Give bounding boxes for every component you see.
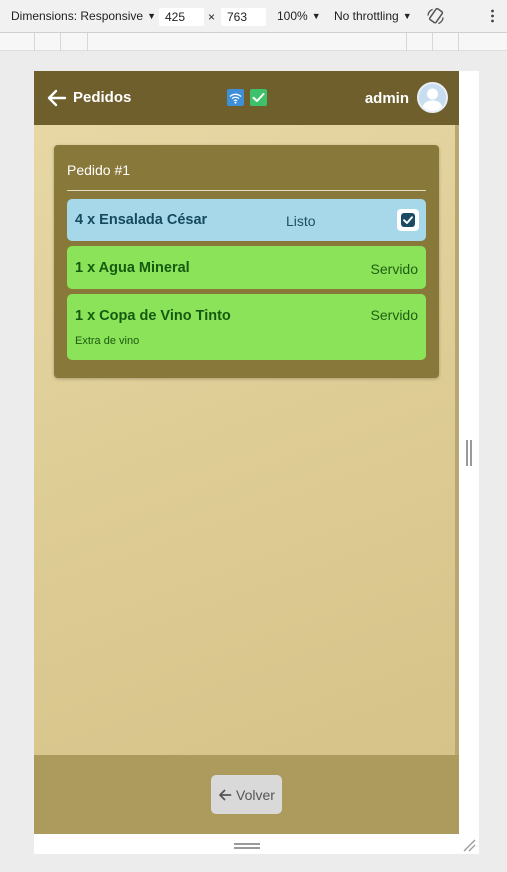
scrollbar[interactable]: [455, 125, 459, 755]
arrow-left-icon: [219, 789, 232, 800]
zoom-label: 100%: [277, 9, 308, 23]
resize-handle-bottom[interactable]: [234, 843, 260, 849]
resize-handle-right[interactable]: [466, 440, 472, 466]
resize-corner-icon[interactable]: [462, 838, 476, 852]
chevron-down-icon: ▼: [311, 11, 321, 21]
order-item[interactable]: 4 x Ensalada César Listo: [67, 199, 426, 241]
dimensions-label: Dimensions: Responsive: [11, 9, 144, 23]
devtools-toolbar: Dimensions: Responsive ▼ 425 × 763 100% …: [0, 0, 507, 33]
throttling-dropdown[interactable]: No throttling ▼: [334, 9, 412, 23]
app-footer: Volver: [34, 755, 459, 834]
item-status: Servido: [370, 307, 418, 323]
check-icon: [250, 89, 267, 106]
chevron-down-icon: ▼: [147, 11, 156, 21]
user-name: admin: [364, 90, 409, 107]
item-name: 4 x Ensalada César: [75, 212, 208, 228]
back-button[interactable]: Volver: [211, 775, 282, 814]
item-note: Extra de vino: [75, 335, 140, 347]
divider: [67, 190, 426, 191]
order-item[interactable]: 1 x Agua Mineral Servido: [67, 246, 426, 289]
dimensions-dropdown[interactable]: Dimensions: Responsive ▼: [11, 9, 156, 23]
more-options-icon[interactable]: [490, 9, 495, 23]
back-arrow-icon[interactable]: [46, 87, 68, 109]
throttling-label: No throttling: [334, 9, 399, 23]
item-name: 1 x Agua Mineral: [75, 260, 190, 276]
app-header: Pedidos admin: [34, 71, 459, 125]
zoom-dropdown[interactable]: 100% ▼: [277, 9, 321, 23]
width-input[interactable]: 425: [159, 8, 204, 26]
item-checkbox[interactable]: [397, 209, 419, 231]
rotate-icon[interactable]: [426, 7, 445, 26]
app-viewport: Pedidos admin Pedido #1 4 x Ensalada Cés…: [34, 71, 459, 834]
order-item[interactable]: 1 x Copa de Vino Tinto Servido Extra de …: [67, 294, 426, 360]
item-status: Servido: [370, 261, 418, 277]
avatar[interactable]: [417, 82, 448, 113]
item-status: Listo: [286, 213, 316, 229]
back-button-label: Volver: [236, 786, 275, 803]
chevron-down-icon: ▼: [402, 11, 412, 21]
page-title: Pedidos: [73, 89, 132, 106]
wifi-icon: [227, 89, 244, 106]
item-name: 1 x Copa de Vino Tinto: [75, 308, 231, 324]
order-card: Pedido #1 4 x Ensalada César Listo 1 x A…: [54, 145, 439, 378]
height-input[interactable]: 763: [221, 8, 266, 26]
media-query-ruler: [0, 33, 507, 51]
checkbox-checked-icon: [401, 213, 415, 227]
times-sign: ×: [208, 10, 216, 24]
order-title: Pedido #1: [67, 162, 131, 178]
